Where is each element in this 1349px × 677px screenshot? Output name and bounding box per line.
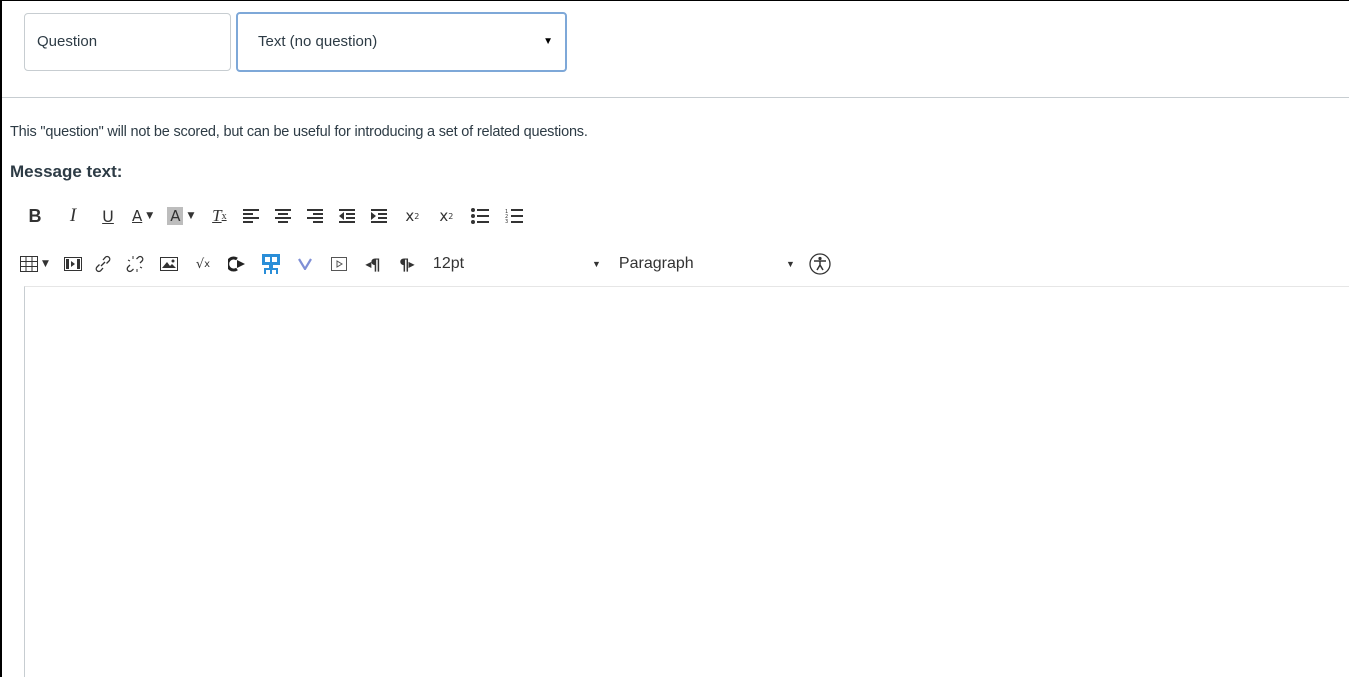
align-left-icon[interactable] xyxy=(242,202,260,230)
align-right-icon[interactable] xyxy=(306,202,324,230)
rtl-icon[interactable]: ¶ ▶ xyxy=(397,250,417,278)
question-header: Question Text (no question) ▼ xyxy=(2,1,1349,98)
vimeo-icon[interactable] xyxy=(295,250,315,278)
indent-icon[interactable] xyxy=(370,202,388,230)
block-format-select[interactable]: Paragraph ▼ xyxy=(619,250,797,278)
editor-toolbar-row-1: B I U A ▼ A ▼ Tx x2 x2 123 xyxy=(24,201,524,231)
superscript-icon[interactable]: x2 xyxy=(402,202,422,230)
numbered-list-icon[interactable]: 123 xyxy=(504,202,524,230)
message-text-label: Message text: xyxy=(10,162,123,181)
text-color-icon[interactable]: A ▼ xyxy=(132,202,153,230)
svg-text:3: 3 xyxy=(505,219,508,224)
bullet-list-icon[interactable] xyxy=(470,202,490,230)
bold-icon[interactable]: B xyxy=(24,202,46,230)
subscript-icon[interactable]: x2 xyxy=(436,202,456,230)
italic-icon[interactable]: I xyxy=(62,202,84,230)
media-icon[interactable] xyxy=(63,250,83,278)
image-icon[interactable] xyxy=(159,250,179,278)
helper-text: This "question" will not be scored, but … xyxy=(10,124,588,140)
clear-formatting-icon[interactable]: Tx xyxy=(208,202,230,230)
editor-toolbar-row-2: ▼ √ x ◀ ¶ ¶ ▶ 12pt ▼ Paragraph ▼ xyxy=(20,249,833,279)
font-size-value: 12pt xyxy=(432,255,465,272)
outdent-icon[interactable] xyxy=(338,202,356,230)
question-name-field[interactable]: Question xyxy=(24,13,231,71)
link-icon[interactable] xyxy=(93,250,113,278)
chevron-down-icon: ▼ xyxy=(592,259,601,269)
unlink-icon[interactable] xyxy=(125,250,145,278)
message-editor[interactable] xyxy=(24,286,1349,677)
chevron-down-icon: ▼ xyxy=(786,259,795,269)
background-color-icon[interactable]: A ▼ xyxy=(167,202,194,230)
dropdown-caret-icon: ▼ xyxy=(543,36,553,47)
underline-icon[interactable]: U xyxy=(98,202,118,230)
question-type-value: Text (no question) xyxy=(258,33,378,50)
table-icon[interactable]: ▼ xyxy=(20,250,49,278)
lti-tool-icon[interactable] xyxy=(227,250,247,278)
accessibility-icon[interactable] xyxy=(807,250,833,278)
ltr-icon[interactable]: ◀ ¶ xyxy=(363,250,383,278)
align-center-icon[interactable] xyxy=(274,202,292,230)
video-icon[interactable] xyxy=(329,250,349,278)
equation-icon[interactable]: √ x xyxy=(193,250,213,278)
block-format-value: Paragraph xyxy=(618,255,694,272)
apps-icon[interactable] xyxy=(261,250,281,278)
font-size-select[interactable]: 12pt ▼ xyxy=(433,250,603,278)
question-type-select[interactable]: Text (no question) ▼ xyxy=(236,12,567,72)
